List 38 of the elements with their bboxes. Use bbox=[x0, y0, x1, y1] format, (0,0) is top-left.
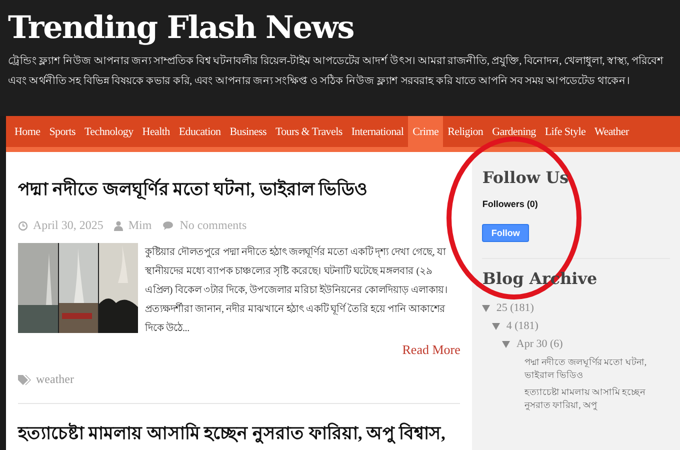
clock-icon bbox=[18, 220, 28, 230]
post-excerpt: কুষ্টিয়ার দৌলতপুরে পদ্মা নদীতে হঠাৎ জলঘূর্ণির মতো একটি দৃশ্য দেখা গেছে, যা স্থানীয়দের মধ্যে ব্যাপক চাঞ্চল্যের সৃষ্টি করেছে। ঘটনাটি ঘটেছে মঙ্গলবার (২৯ এপ্রিল) বিকেল ৩টার দিকে, উপজেলার মরিচা ইউনিয়নের কোলদিয়াড় এলাকায়। প্রত্যক্ষদর্শীরা জানান, নদীর মাঝখানে হঠাৎ একটি ঘূর্ণি তৈরি হয়ে পানি আকাশের দিকে উঠে... bbox=[145, 244, 449, 336]
nav-link[interactable]: Weather bbox=[590, 116, 634, 147]
archive-item[interactable]: Apr 30 (6) bbox=[516, 338, 563, 350]
post-title[interactable]: পদ্মা নদীতে জলঘূর্ণির মতো ঘটনা, ভাইরাল ভিডিও bbox=[18, 172, 460, 206]
post-date: April 30, 2025 bbox=[33, 218, 104, 233]
nav-link[interactable]: Education bbox=[174, 116, 226, 147]
tag-icon bbox=[18, 374, 31, 384]
archive-post-link[interactable]: হত্যাচেষ্টা মামলায় আসামি হচ্ছেন নুসরাত ফারিয়া, অপু bbox=[512, 386, 670, 412]
nav-link[interactable]: Crime bbox=[408, 116, 444, 147]
post-title[interactable]: হত্যাচেষ্টা মামলায় আসামি হচ্ছেন নুসরাত ফারিয়া, অপু বিশ্বাস, bbox=[18, 416, 460, 450]
nav-link[interactable]: Technology bbox=[80, 116, 138, 147]
nav-link[interactable]: Gardening bbox=[488, 116, 540, 147]
comments-link[interactable]: No comments bbox=[180, 218, 247, 233]
followers-count: Followers (0) bbox=[482, 199, 539, 209]
nav-link[interactable]: Business bbox=[225, 116, 271, 147]
follow-button[interactable]: Follow bbox=[482, 224, 529, 242]
nav-link[interactable]: Tours & Travels bbox=[270, 116, 347, 147]
expand-triangle-icon[interactable] bbox=[482, 304, 490, 312]
nav-link[interactable]: Religion bbox=[443, 116, 488, 147]
nav-link[interactable]: Life Style bbox=[540, 116, 590, 147]
expand-triangle-icon[interactable] bbox=[492, 322, 500, 330]
comments-icon bbox=[162, 220, 175, 230]
expand-triangle-icon[interactable] bbox=[502, 340, 510, 348]
nav-link[interactable]: Health bbox=[138, 116, 174, 147]
nav-link[interactable]: Sports bbox=[44, 116, 80, 147]
nav-link[interactable]: Home bbox=[10, 116, 45, 147]
post-author[interactable]: Mim bbox=[128, 218, 152, 233]
archive-item[interactable]: 25 (181) bbox=[496, 302, 534, 314]
site-title[interactable]: Trending Flash News bbox=[8, 8, 672, 48]
user-icon bbox=[114, 220, 124, 230]
site-description: ট্রেন্ডিং ফ্ল্যাশ নিউজ আপনার জন্য সাম্প্রতিক বিশ্ব ঘটনাবলীর রিয়েল-টাইম আপডেটের আদর্শ উৎস। আমরা রাজনীতি, প্রযুক্তি, বিনোদন, খেলাধুলা, স্বাস্থ্য, পরিবেশ এবং অর্থনীতি সহ বিভিন্ন বিষয়কে কভার করি, এবং আপনার জন্য সংক্ষিপ্ত ও সঠিক নিউজ ফ্ল্যাশ সরবরাহ করি যাতে আপনি সব সময় আপডেটেড থাকেন। bbox=[8, 53, 665, 89]
archive-item[interactable]: 4 (181) bbox=[506, 320, 538, 332]
nav-link[interactable]: International bbox=[346, 116, 408, 147]
post-tag[interactable]: weather bbox=[36, 372, 74, 387]
read-more-link[interactable]: Read More bbox=[402, 342, 460, 357]
widget-title: Follow Us bbox=[482, 168, 570, 187]
archive-post-link[interactable]: পদ্মা নদীতে জলঘূর্ণির মতো ঘটনা, ভাইরাল ভিডিও bbox=[512, 356, 670, 382]
